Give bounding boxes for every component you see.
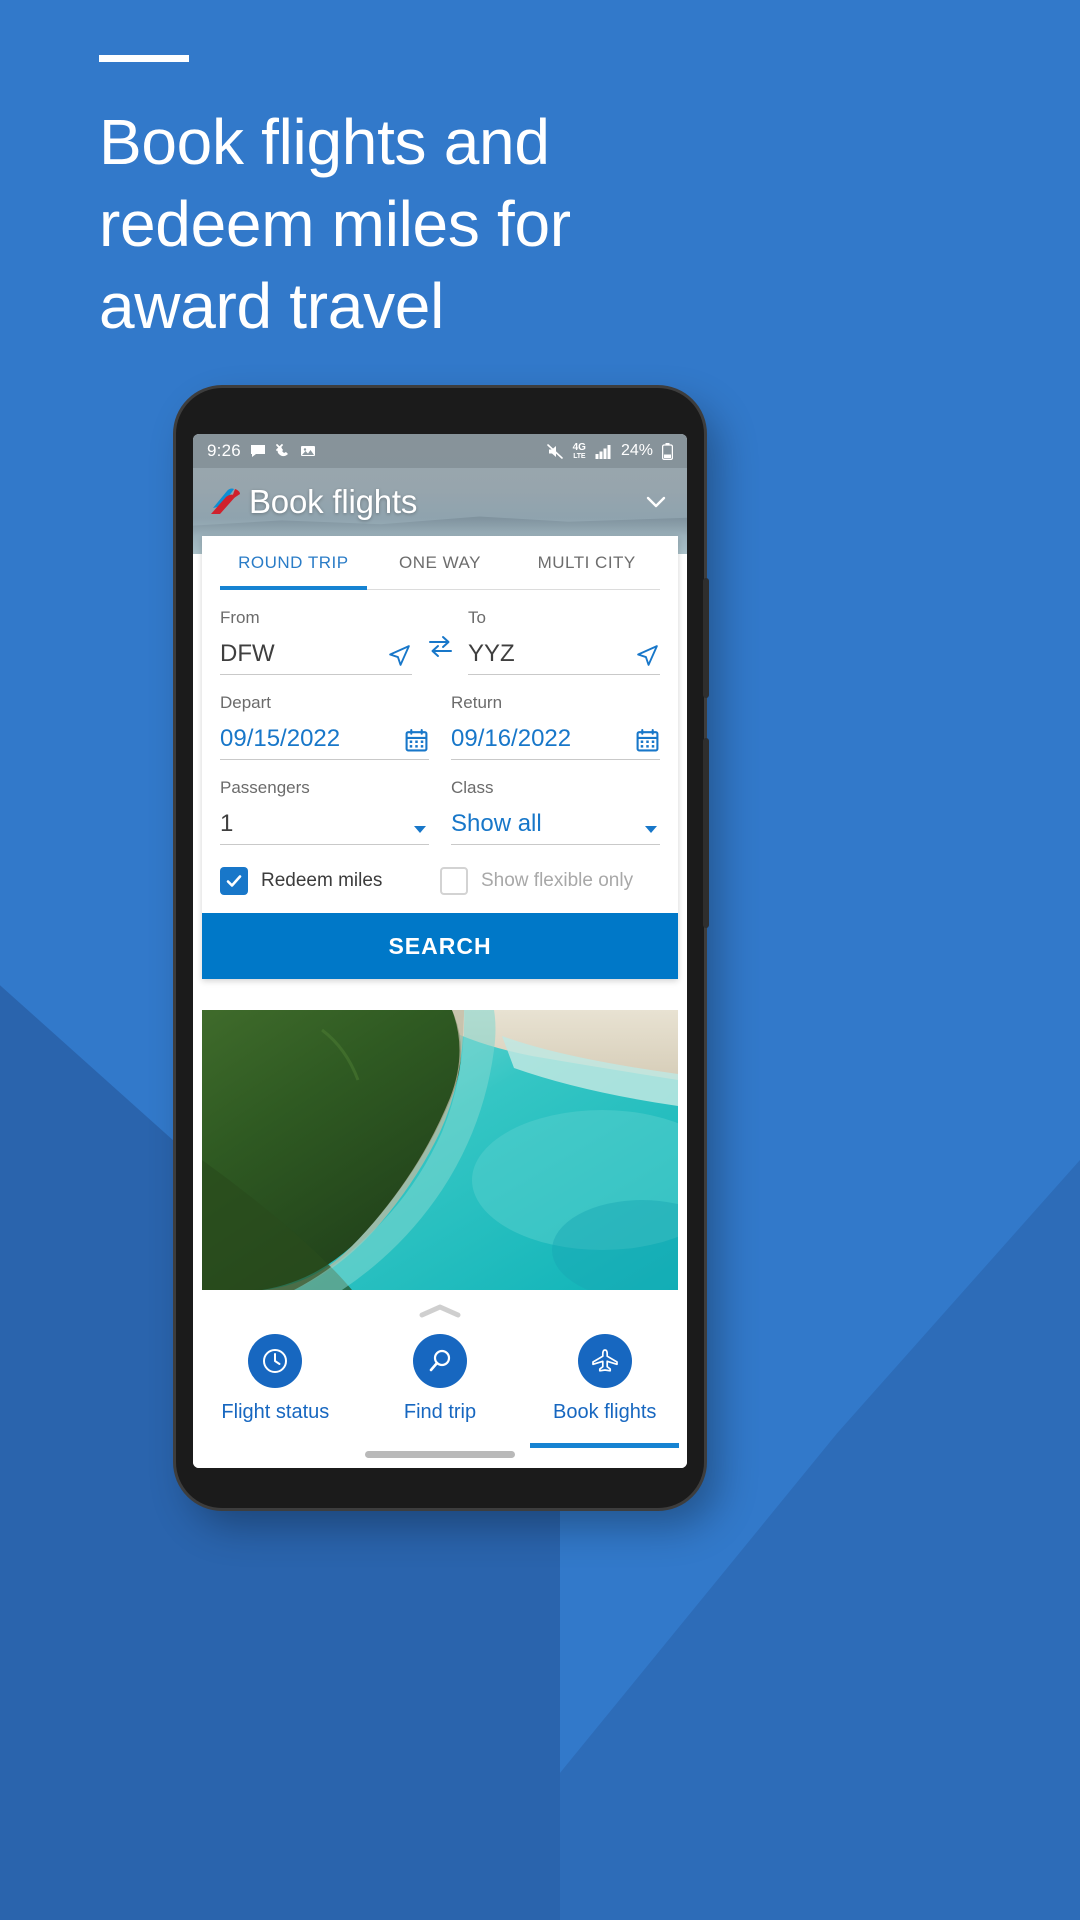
nav-item-book-flights[interactable]: Book flights [522, 1334, 687, 1448]
app-header: Book flights [193, 468, 687, 536]
status-time: 9:26 [207, 441, 241, 460]
swap-airports-button[interactable] [412, 590, 468, 675]
battery-icon [662, 442, 673, 460]
from-value: DFW [220, 640, 275, 667]
nav-item-flight-status[interactable]: Flight status [193, 1334, 358, 1438]
search-button[interactable]: SEARCH [202, 913, 678, 979]
redeem-miles-option[interactable]: Redeem miles [220, 867, 440, 895]
missed-call-icon [275, 443, 291, 459]
depart-value: 09/15/2022 [220, 725, 341, 752]
nav-label-find-trip: Find trip [403, 1401, 477, 1423]
class-value: Show all [451, 810, 542, 837]
photo-icon [300, 443, 316, 459]
nav-label-flight-status: Flight status [221, 1401, 330, 1423]
clock-icon [248, 1334, 303, 1388]
to-value: YYZ [468, 640, 515, 667]
calendar-icon[interactable] [404, 728, 429, 753]
american-airlines-logo [209, 487, 243, 517]
return-date-field[interactable]: Return 09/16/2022 [451, 675, 660, 760]
origin-destination-row: From DFW To YYZ [202, 590, 678, 675]
app-title: Book flights [249, 483, 418, 520]
passengers-field[interactable]: Passengers 1 [220, 760, 429, 845]
bottom-navigation: Flight status Find trip Book flights [193, 1290, 687, 1468]
gesture-home-bar[interactable] [365, 1451, 515, 1458]
from-label: From [220, 608, 260, 627]
network-standard: LTE [573, 452, 586, 460]
redeem-miles-label: Redeem miles [261, 870, 383, 891]
tab-round-trip[interactable]: ROUND TRIP [220, 536, 367, 590]
return-value: 09/16/2022 [451, 725, 572, 752]
passengers-label: Passengers [220, 778, 310, 797]
phone-volume-button [703, 578, 709, 698]
class-label: Class [451, 778, 494, 797]
destination-photo [202, 1010, 678, 1290]
page-title: Book flights and redeem miles for award … [99, 106, 571, 342]
passengers-value: 1 [220, 810, 234, 837]
from-field[interactable]: From DFW [220, 590, 412, 675]
tab-multi-city[interactable]: MULTI CITY [513, 536, 660, 589]
bottom-nav-items: Flight status Find trip Book flights [193, 1334, 687, 1448]
signal-bars-icon [595, 444, 612, 459]
calendar-icon[interactable] [635, 728, 660, 753]
dates-row: Depart 09/15/2022 Return 09/16/2022 [202, 675, 678, 760]
mute-icon [546, 443, 564, 460]
depart-date-field[interactable]: Depart 09/15/2022 [220, 675, 429, 760]
phone-mockup: 9:26 4G LTE 24% Book flights ROUND TRIP … [176, 388, 709, 1508]
search-icon [413, 1334, 467, 1388]
tab-one-way[interactable]: ONE WAY [367, 536, 514, 589]
to-field[interactable]: To YYZ [468, 590, 660, 675]
nav-label-book-flights: Book flights [552, 1401, 657, 1423]
return-label: Return [451, 693, 503, 712]
class-field[interactable]: Class Show all [451, 760, 660, 845]
show-flexible-only-option[interactable]: Show flexible only [440, 867, 660, 895]
chevron-up-icon[interactable] [418, 1304, 462, 1318]
status-bar: 9:26 4G LTE 24% [193, 434, 687, 468]
to-label: To [468, 608, 486, 627]
redeem-miles-checkbox[interactable] [220, 867, 248, 895]
promo-headline-block: Book flights and redeem miles for award … [99, 55, 719, 348]
chevron-down-icon[interactable] [642, 820, 660, 838]
location-arrow-icon[interactable] [635, 643, 660, 668]
chevron-down-icon[interactable] [411, 820, 429, 838]
message-icon [250, 443, 266, 459]
show-flexible-only-label: Show flexible only [481, 870, 634, 891]
headline-rule [99, 55, 189, 62]
battery-percent: 24% [620, 442, 653, 459]
network-type-indicator: 4G LTE [572, 441, 586, 460]
airplane-icon [577, 1334, 632, 1388]
show-flexible-only-checkbox[interactable] [440, 867, 468, 895]
chevron-down-icon[interactable] [641, 487, 671, 517]
passengers-class-row: Passengers 1 Class Show all [202, 760, 678, 845]
phone-screen: 9:26 4G LTE 24% Book flights ROUND TRIP … [193, 434, 687, 1468]
depart-label: Depart [220, 693, 272, 712]
nav-item-find-trip[interactable]: Find trip [358, 1334, 523, 1438]
location-arrow-icon[interactable] [387, 643, 412, 668]
trip-type-tabs: ROUND TRIP ONE WAY MULTI CITY [220, 536, 660, 590]
flight-search-card: ROUND TRIP ONE WAY MULTI CITY From DFW T… [202, 536, 678, 979]
phone-power-button [703, 738, 709, 928]
network-generation: 4G [572, 441, 586, 453]
search-options-row: Redeem miles Show flexible only [202, 845, 678, 913]
